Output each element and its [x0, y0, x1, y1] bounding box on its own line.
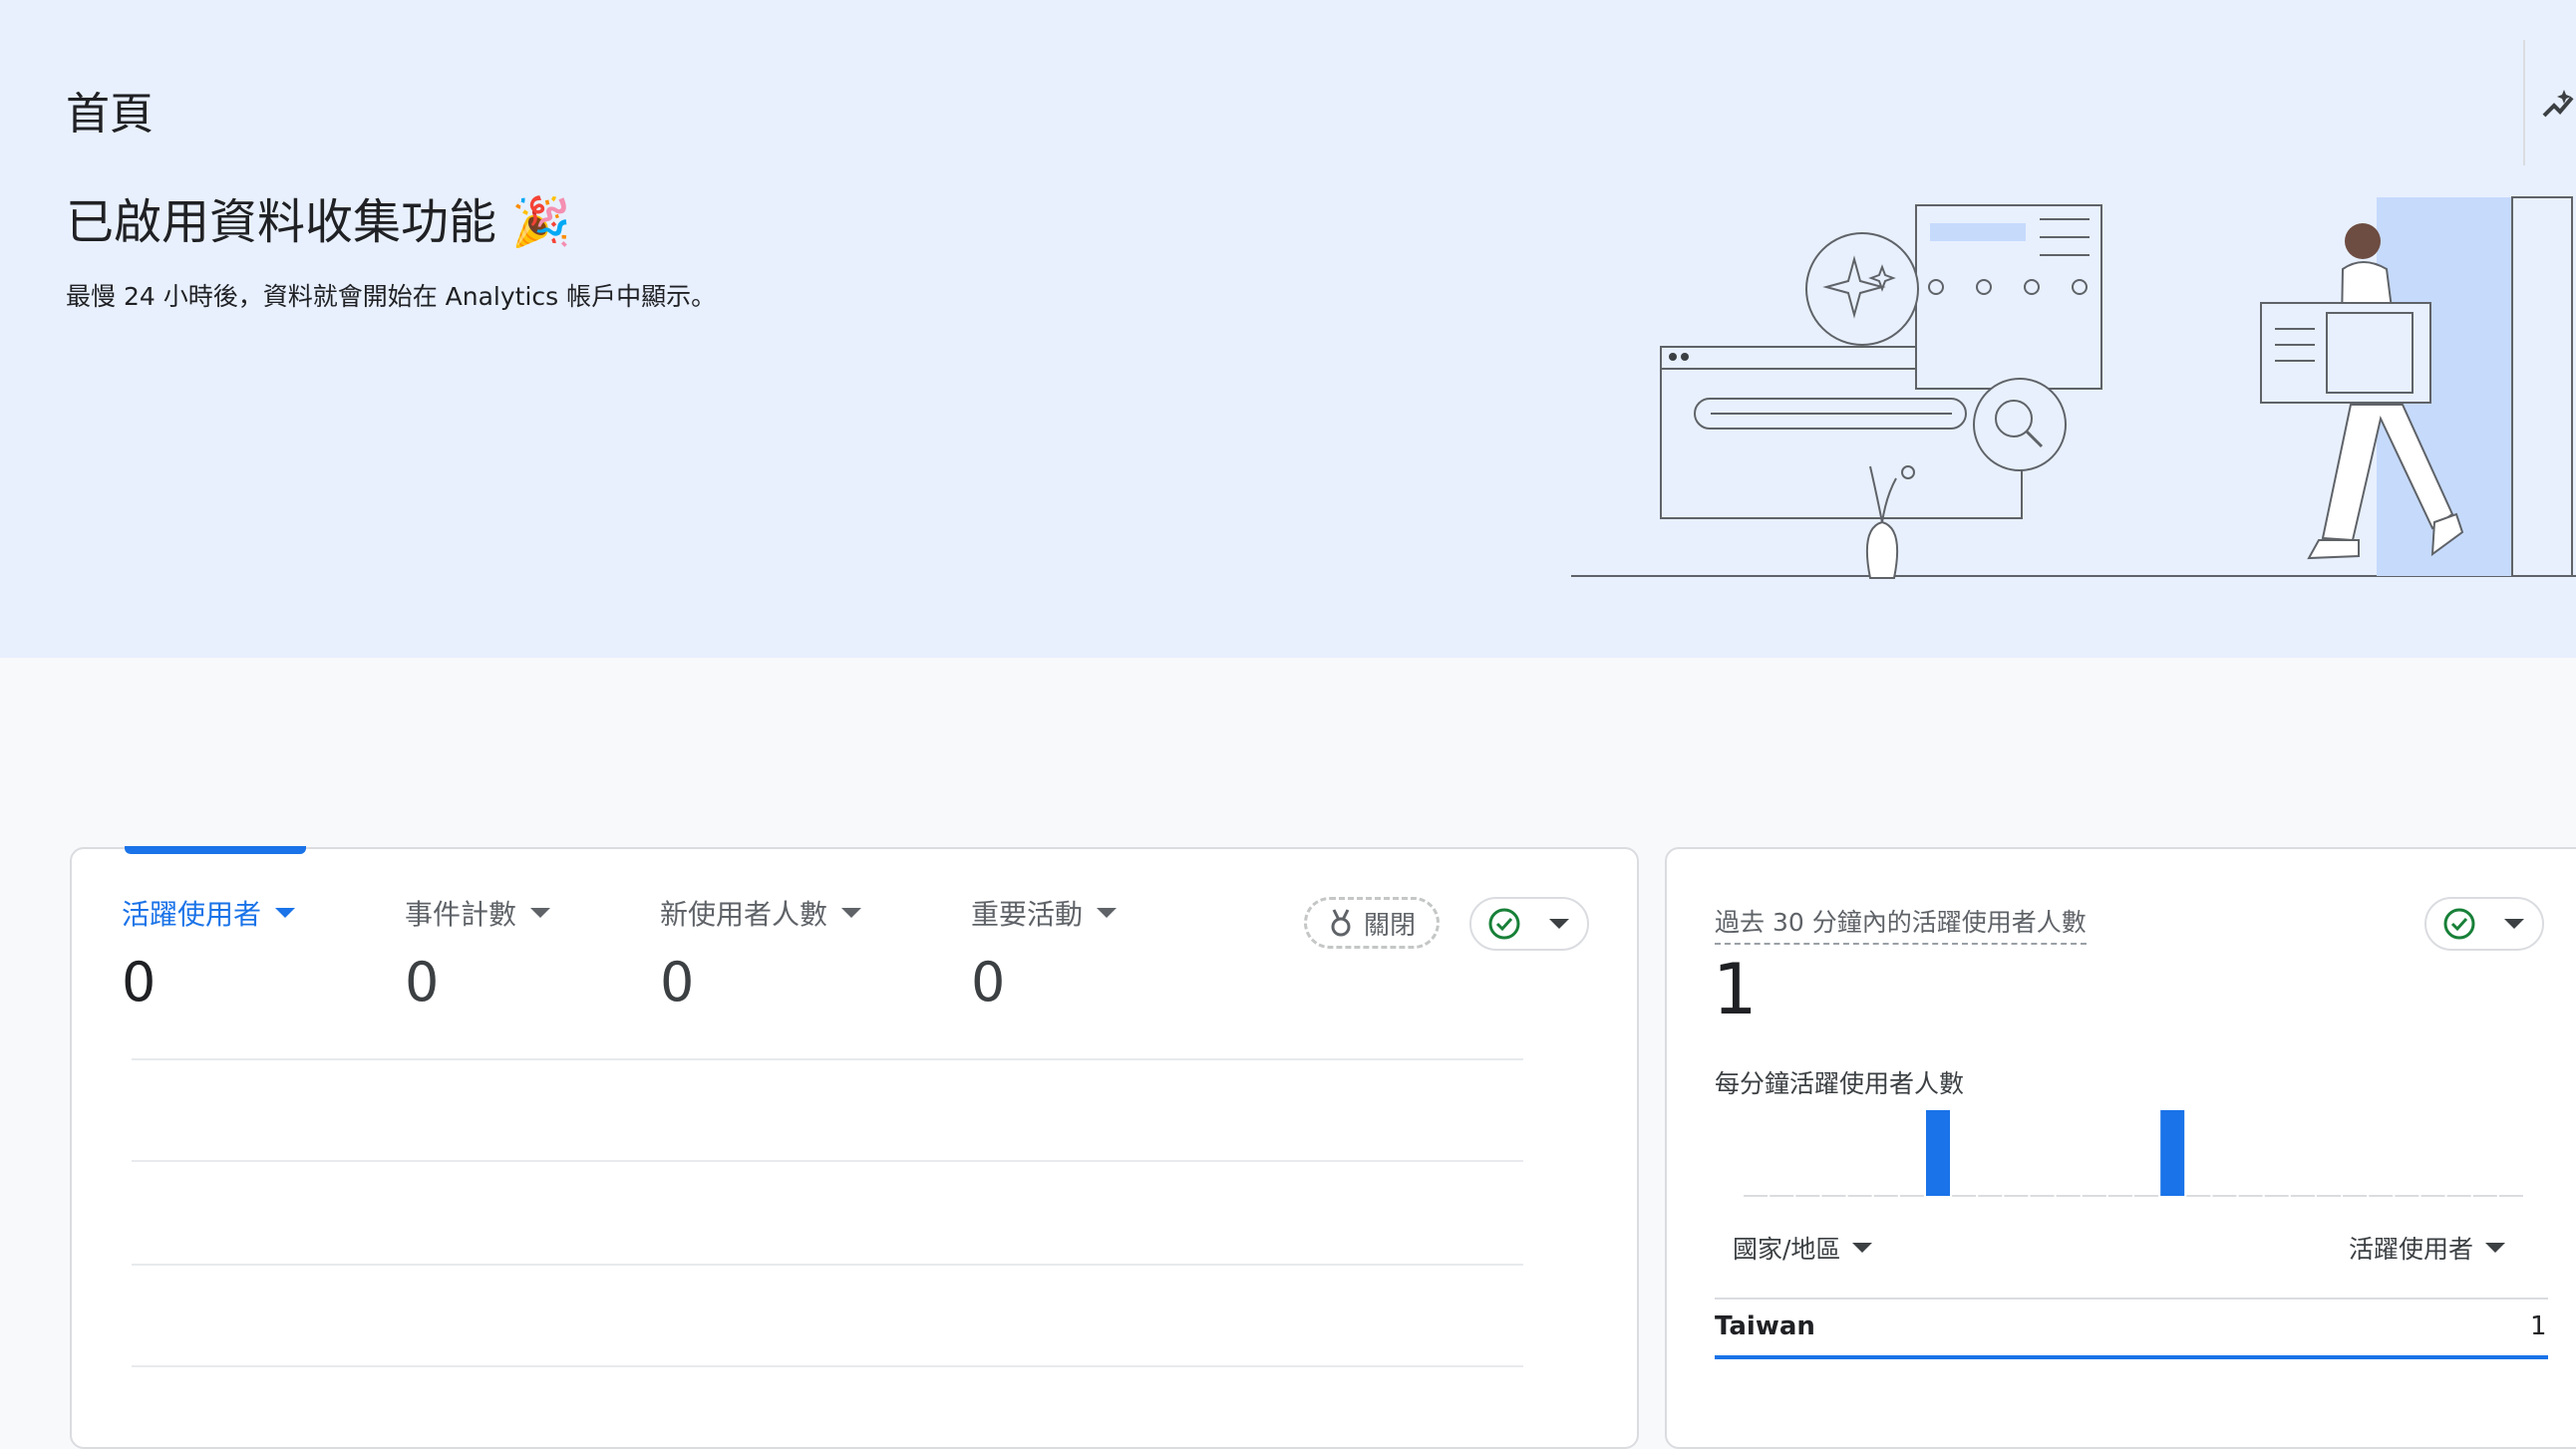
check-circle-icon — [2443, 908, 2475, 940]
hero-title: 已啟用資料收集功能 🎉 — [66, 194, 572, 250]
bar-minute-29[interactable] — [2472, 1195, 2497, 1197]
summary-card: 活躍使用者 0 事件計數 0 新使用者人數 0 重要活動 0 關閉 — [70, 846, 1639, 1449]
hero-subtitle: 最慢 24 小時後，資料就會開始在 Analytics 帳戶中顯示。 — [66, 282, 717, 311]
bar-minute-18[interactable] — [2186, 1195, 2211, 1197]
metric-tab-key-events[interactable]: 重要活動 0 — [971, 893, 1118, 1014]
caret-down-icon — [2504, 919, 2524, 929]
metric-tab-event-count[interactable]: 事件計數 0 — [405, 893, 551, 1014]
bar-minute-25[interactable] — [2369, 1195, 2394, 1197]
bar-minute-2[interactable] — [1770, 1195, 1794, 1197]
chart-gridline — [132, 1058, 1523, 1060]
header-divider — [2523, 40, 2525, 165]
column-header-label: 國家/地區 — [1733, 1235, 1841, 1264]
caret-down-icon — [1549, 919, 1569, 929]
table-divider — [1715, 1298, 2548, 1300]
table-row-value: 1 — [2530, 1311, 2547, 1341]
bar-minute-13[interactable] — [2056, 1195, 2081, 1197]
metric-value: 0 — [660, 951, 695, 1014]
bar-minute-23[interactable] — [2317, 1195, 2341, 1197]
check-circle-icon — [1488, 908, 1520, 940]
bar-minute-26[interactable] — [2395, 1195, 2419, 1197]
hero-illustration — [1571, 196, 2576, 579]
per-minute-bar-chart — [1744, 1110, 2523, 1197]
caret-down-icon — [1852, 1243, 1873, 1253]
table-row-highlight — [1715, 1355, 2548, 1359]
bar-minute-4[interactable] — [1821, 1195, 1846, 1197]
chart-gridline — [132, 1160, 1523, 1162]
medal-icon — [1331, 909, 1351, 937]
bar-minute-7[interactable] — [1899, 1195, 1924, 1197]
bar-minute-19[interactable] — [2212, 1195, 2237, 1197]
metric-label: 新使用者人數 — [660, 898, 828, 931]
caret-down-icon — [530, 908, 551, 918]
per-minute-label: 每分鐘活躍使用者人數 — [1715, 1069, 1965, 1098]
bar-minute-3[interactable] — [1795, 1195, 1820, 1197]
caret-down-icon — [2485, 1243, 2506, 1253]
bar-minute-9[interactable] — [1952, 1195, 1977, 1197]
insights-sparkle-icon[interactable] — [2542, 84, 2576, 124]
bar-minute-6[interactable] — [1873, 1195, 1898, 1197]
caret-down-icon — [841, 908, 862, 918]
hero-banner: 首頁 已啟用資料收集功能 🎉 最慢 24 小時後，資料就會開始在 Analyti… — [0, 0, 2576, 658]
caret-down-icon — [275, 908, 296, 918]
bar-minute-21[interactable] — [2264, 1195, 2289, 1197]
bar-minute-22[interactable] — [2290, 1195, 2315, 1197]
insight-toggle-chip[interactable]: 關閉 — [1304, 897, 1440, 949]
chart-gridline — [132, 1365, 1523, 1367]
page-title: 首頁 — [66, 89, 154, 140]
column-header-active-users[interactable]: 活躍使用者 — [2349, 1230, 2506, 1266]
realtime-title[interactable]: 過去 30 分鐘內的活躍使用者人數 — [1715, 903, 2087, 945]
caret-down-icon — [1097, 908, 1118, 918]
metric-label: 事件計數 — [405, 898, 517, 931]
metric-label: 活躍使用者 — [122, 898, 262, 931]
bar-minute-1[interactable] — [1744, 1195, 1769, 1197]
toggle-label: 關閉 — [1363, 910, 1416, 941]
bar-minute-20[interactable] — [2238, 1195, 2263, 1197]
realtime-card: 過去 30 分鐘內的活躍使用者人數 1 每分鐘活躍使用者人數 國家/地區 活躍使… — [1665, 847, 2576, 1449]
bar-minute-24[interactable] — [2343, 1195, 2368, 1197]
table-row-country: Taiwan — [1715, 1311, 1815, 1341]
metric-label: 重要活動 — [971, 898, 1084, 931]
bar-minute-5[interactable] — [1847, 1195, 1872, 1197]
realtime-value: 1 — [1713, 949, 1758, 1030]
compare-dropdown[interactable] — [1469, 897, 1589, 951]
bar-minute-15[interactable] — [2107, 1195, 2132, 1197]
bar-minute-10[interactable] — [1978, 1195, 2003, 1197]
column-header-label: 活躍使用者 — [2349, 1235, 2474, 1264]
metric-tab-new-users[interactable]: 新使用者人數 0 — [660, 893, 862, 1014]
metric-value: 0 — [971, 951, 1006, 1014]
bar-minute-27[interactable] — [2420, 1195, 2445, 1197]
chart-gridline — [132, 1264, 1523, 1266]
bar-minute-8[interactable] — [1926, 1110, 1950, 1196]
metric-tab-active-users[interactable]: 活躍使用者 0 — [122, 893, 296, 1014]
metric-value: 0 — [405, 951, 440, 1014]
realtime-compare-dropdown[interactable] — [2424, 897, 2544, 951]
bar-minute-16[interactable] — [2134, 1195, 2159, 1197]
bar-minute-12[interactable] — [2030, 1195, 2055, 1197]
metric-value: 0 — [122, 951, 157, 1014]
column-header-country[interactable]: 國家/地區 — [1733, 1230, 1873, 1266]
active-tab-indicator — [125, 846, 306, 854]
bar-minute-30[interactable] — [2498, 1195, 2523, 1197]
bar-minute-14[interactable] — [2082, 1195, 2106, 1197]
bar-minute-11[interactable] — [2004, 1195, 2029, 1197]
bar-minute-17[interactable] — [2160, 1110, 2185, 1196]
bar-minute-28[interactable] — [2446, 1195, 2471, 1197]
